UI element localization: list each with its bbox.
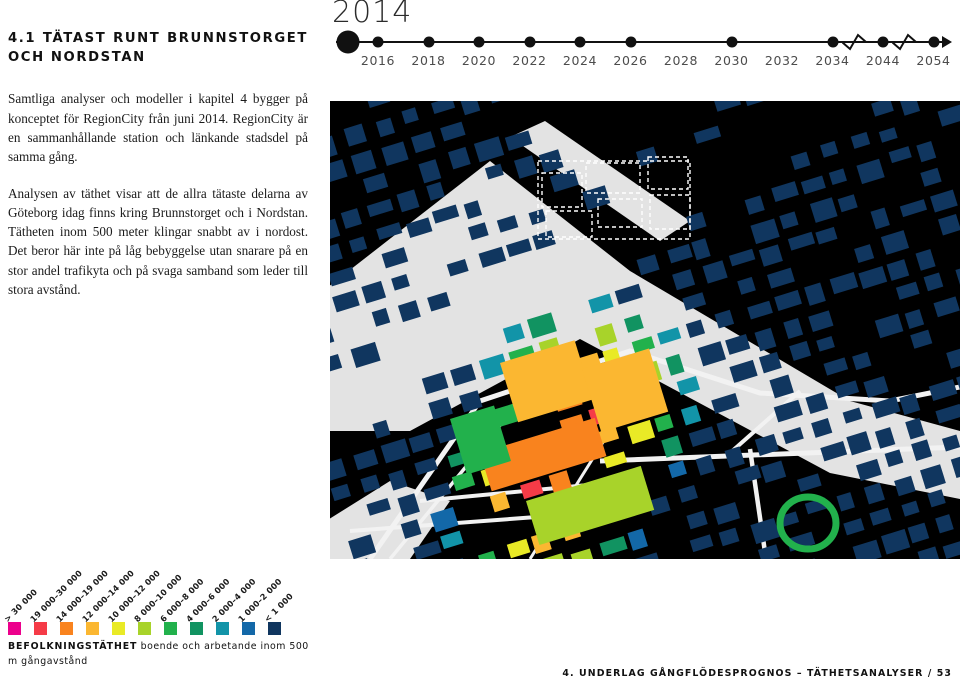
timeline-label-2018: 2018 [411,53,446,68]
timeline-dot-current [336,30,360,54]
legend-caption: BEFOLKNINGSTÄTHET boende och arbetande i… [8,640,320,669]
legend-caption-title: BEFOLKNINGSTÄTHET [8,641,138,652]
density-map-graphic [330,101,960,559]
timeline-dot-2020 [473,36,485,48]
legend-swatch [242,622,255,635]
body-paragraph-2: Analysen av täthet visar att de allra tä… [8,185,308,297]
legend-swatch [138,622,151,635]
legend-swatch [216,622,229,635]
legend-item [34,622,60,635]
legend-swatch [8,622,21,635]
timeline: 2014 2016 2018 2020 2022 2024 2026 2028 2030 203… [330,0,960,72]
timeline-dot-2026 [625,36,636,48]
timeline-label-2020: 2020 [461,53,497,68]
legend-item [216,622,242,635]
legend-swatch [190,622,203,635]
timeline-dot-2016 [372,36,384,48]
timeline-label-2024: 2024 [562,53,598,68]
timeline-label-2022: 2022 [512,53,547,68]
legend-item [190,622,216,635]
legend-item [164,622,190,635]
timeline-arrow-icon [942,35,952,48]
legend-item [242,622,268,635]
legend-item [268,622,294,635]
legend-swatch [268,622,281,635]
timeline-dot-2030 [726,36,737,48]
timeline-dot-2018 [423,36,434,48]
legend-swatch [112,622,125,635]
timeline-dot-2054 [928,36,939,48]
legend-swatch [164,622,177,635]
timeline-dot-2024 [574,36,586,48]
body-paragraph-1: Samtliga analyser och modeller i kapitel… [8,91,308,165]
density-map[interactable] [330,101,960,559]
timeline-current-year: 2014 [332,0,413,30]
timeline-dot-2022 [524,36,535,48]
timeline-label-2016: 2016 [360,53,396,68]
legend-swatch [60,622,73,635]
page: 4.1 TÄTAST RUNT BRUNNSTORGET OCH NORDSTA… [0,0,960,687]
page-footer: 4. UNDERLAG GÅNGFLÖDESPROGNOS – TÄTHETSA… [562,668,952,679]
page-title: 4.1 TÄTAST RUNT BRUNNSTORGET OCH NORDSTA… [8,31,308,65]
timeline-label-2044: 2044 [865,53,901,68]
timeline-label-2054: 2054 [916,53,951,68]
timeline-dot-2034 [827,36,838,48]
legend-item [8,622,34,635]
timeline-label-2034: 2034 [815,53,850,68]
legend: > 30 000 19 000–30 000 14 000–19 000 12 000… [2,566,308,686]
legend-item [112,622,138,635]
timeline-label-2028: 2028 [663,53,699,68]
timeline-label-2030: 2030 [714,53,749,68]
timeline-break-icon [892,33,922,51]
legend-swatch [86,622,99,635]
legend-item [60,622,86,635]
legend-item [138,622,164,635]
timeline-break-icon [841,33,872,51]
legend-swatch-group [8,622,294,635]
article-text-column: 4.1 TÄTAST RUNT BRUNNSTORGET OCH NORDSTA… [8,30,308,316]
legend-swatch [34,622,47,635]
timeline-label-2026: 2026 [613,53,648,68]
legend-item [86,622,112,635]
timeline-label-2032: 2032 [764,53,800,68]
timeline-dot-2044 [877,36,889,48]
legend-label-group: > 30 000 19 000–30 000 14 000–19 000 12 000… [2,566,308,624]
